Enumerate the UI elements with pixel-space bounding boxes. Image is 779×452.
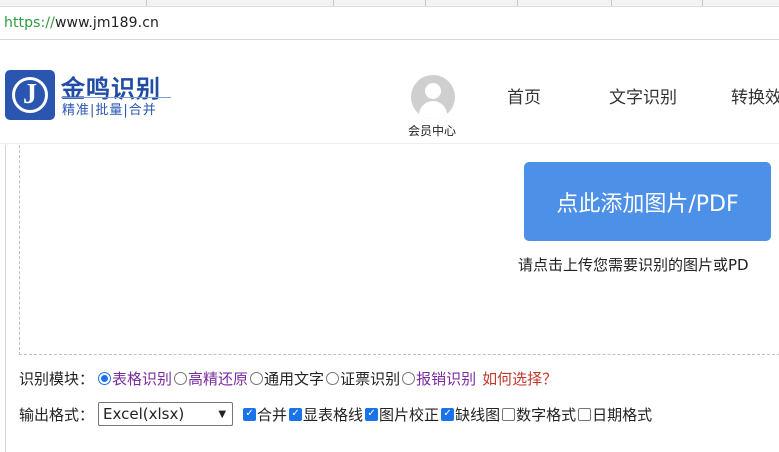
output-format-select[interactable]: Excel(xlsx) ▼: [98, 402, 234, 426]
upload-hint: 请点击上传您需要识别的图片或PD: [518, 256, 749, 274]
checkbox-show-table-lines[interactable]: ✓: [289, 407, 303, 421]
how-to-choose-link[interactable]: 如何选择？: [482, 368, 557, 389]
site-header: J 金鸣识别 精准|批量|合并 会员中心 首页 文字识别 转换效: [0, 41, 779, 144]
module-option-table[interactable]: 表格识别: [98, 368, 172, 389]
nav-text-recognition[interactable]: 文字识别: [609, 83, 677, 108]
checkbox-date-format[interactable]: [578, 407, 592, 421]
output-format-value: Excel(xlsx): [103, 405, 185, 423]
radio-table[interactable]: [98, 372, 112, 385]
upload-dropzone[interactable]: 点此添加图片/PDF 请点击上传您需要识别的图片或PD: [19, 145, 779, 355]
option-label: 日期格式: [592, 405, 653, 424]
nav-home[interactable]: 首页: [507, 83, 541, 108]
member-center-link[interactable]: 会员中心: [396, 122, 468, 139]
logo-divider: [61, 97, 171, 98]
url-scheme: https://: [4, 15, 55, 31]
option-merge[interactable]: ✓ 合并: [243, 404, 287, 425]
option-label: 合并: [257, 405, 288, 424]
option-missing-lines[interactable]: ✓ 缺线图: [441, 404, 500, 425]
avatar-head: [425, 83, 441, 99]
main-panel: 点此添加图片/PDF 请点击上传您需要识别的图片或PD 识别模块： 表格识别 高…: [5, 145, 779, 452]
url-host: www.jm189.cn: [54, 15, 159, 31]
output-format-label: 输出格式：: [19, 405, 95, 424]
logo-letter: J: [23, 79, 37, 110]
option-number-format[interactable]: 数字格式: [502, 404, 576, 425]
nav-conversion[interactable]: 转换效: [731, 83, 779, 108]
logo-icon[interactable]: J: [5, 70, 55, 120]
option-label: 图片校正: [379, 405, 440, 424]
module-label: 识别模块：: [19, 370, 95, 388]
module-option-label: 证票识别: [340, 370, 401, 388]
module-row: 识别模块： 表格识别 高精还原 通用文字 证票识别 报销识别 如何选择？: [19, 368, 557, 389]
module-option-label: 报销识别: [416, 370, 477, 388]
radio-reimbursement[interactable]: [402, 372, 416, 385]
module-option-reimbursement[interactable]: 报销识别: [402, 368, 476, 389]
option-show-table-lines[interactable]: ✓ 显表格线: [289, 404, 363, 425]
chevron-down-icon: ▼: [218, 408, 227, 420]
address-bar[interactable]: https://www.jm189.cn: [0, 7, 779, 40]
module-option-label: 表格识别: [112, 370, 173, 388]
module-option-general-text[interactable]: 通用文字: [250, 368, 324, 389]
option-date-format[interactable]: 日期格式: [578, 404, 652, 425]
checkbox-image-correction[interactable]: ✓: [365, 407, 379, 421]
option-image-correction[interactable]: ✓ 图片校正: [365, 404, 439, 425]
browser-tab-strip: [0, 0, 779, 7]
checkbox-missing-lines[interactable]: ✓: [441, 407, 455, 421]
module-option-label: 高精还原: [188, 370, 249, 388]
avatar-body: [419, 101, 447, 119]
checkbox-merge[interactable]: ✓: [243, 407, 257, 421]
module-option-label: 通用文字: [264, 370, 325, 388]
radio-general-text[interactable]: [250, 372, 264, 385]
avatar-icon[interactable]: [411, 75, 455, 119]
radio-certificate[interactable]: [326, 372, 340, 385]
logo-subtitle: 精准|批量|合并: [62, 103, 157, 118]
output-row: 输出格式： Excel(xlsx) ▼ ✓ 合并 ✓ 显表格线 ✓ 图片校正 ✓ 缺线图…: [19, 402, 654, 426]
url-text[interactable]: https://www.jm189.cn: [4, 15, 159, 31]
option-label: 显表格线: [303, 405, 364, 424]
checkbox-number-format[interactable]: [502, 407, 516, 421]
option-label: 数字格式: [516, 405, 577, 424]
add-file-button[interactable]: 点此添加图片/PDF: [524, 162, 771, 241]
radio-hd-restore[interactable]: [174, 372, 188, 385]
module-option-certificate[interactable]: 证票识别: [326, 368, 400, 389]
module-option-hd-restore[interactable]: 高精还原: [174, 368, 248, 389]
option-label: 缺线图: [455, 405, 501, 424]
